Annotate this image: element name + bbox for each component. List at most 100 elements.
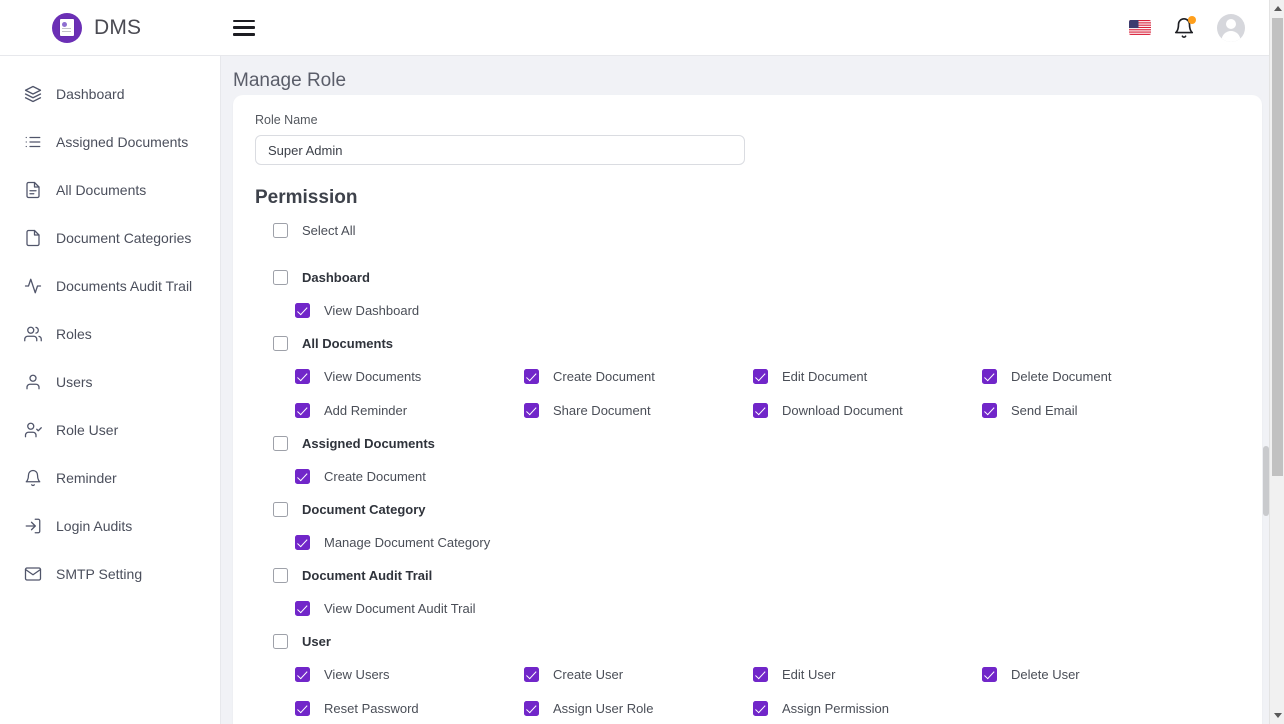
sidebar-item-document-categories[interactable]: Document Categories xyxy=(0,214,220,262)
sidebar-item-label: Document Categories xyxy=(56,230,192,246)
permission-item[interactable]: Delete User xyxy=(982,663,1211,685)
permission-label: Delete Document xyxy=(1011,368,1112,384)
permission-grid: View Dashboard xyxy=(295,299,1240,321)
us-flag-icon[interactable] xyxy=(1129,20,1151,35)
group-checkbox[interactable] xyxy=(273,269,288,285)
group-checkbox[interactable] xyxy=(273,633,288,649)
sidebar-item-label: Documents Audit Trail xyxy=(56,278,193,294)
sidebar-item-all-documents[interactable]: All Documents xyxy=(0,166,220,214)
permission-checkbox[interactable] xyxy=(753,402,768,418)
permission-checkbox[interactable] xyxy=(524,666,539,682)
permission-checkbox[interactable] xyxy=(295,368,310,384)
sidebar-item-login-audits[interactable]: Login Audits xyxy=(0,502,220,550)
notification-badge-dot xyxy=(1188,15,1196,24)
permission-checkbox[interactable] xyxy=(524,368,539,384)
app-root: DMS Dashboard Assigned Documents All Doc… xyxy=(0,0,1284,724)
sidebar-item-roles[interactable]: Roles xyxy=(0,310,220,358)
permission-item[interactable]: Download Document xyxy=(753,399,982,421)
permission-group-header[interactable]: User xyxy=(273,630,1240,652)
permission-checkbox[interactable] xyxy=(753,368,768,384)
permission-checkbox[interactable] xyxy=(753,700,768,716)
permission-item[interactable]: Manage Document Category xyxy=(295,531,524,553)
permission-label: Create Document xyxy=(553,368,655,384)
permission-item[interactable]: View Dashboard xyxy=(295,299,524,321)
permission-checkbox[interactable] xyxy=(524,700,539,716)
permission-checkbox[interactable] xyxy=(295,302,310,318)
permission-checkbox[interactable] xyxy=(524,402,539,418)
permission-group-header[interactable]: Dashboard xyxy=(273,266,1240,288)
page-title: Manage Role xyxy=(233,70,347,91)
group-checkbox[interactable] xyxy=(273,501,288,517)
permission-group: Dashboard View Dashboard xyxy=(255,266,1240,321)
browser-vertical-scrollbar[interactable] xyxy=(1269,0,1284,724)
group-label: Document Audit Trail xyxy=(302,567,433,583)
permission-group-header[interactable]: Document Audit Trail xyxy=(273,564,1240,586)
list-icon xyxy=(24,133,42,151)
group-checkbox[interactable] xyxy=(273,567,288,583)
permission-item[interactable]: Assign Permission xyxy=(753,697,982,719)
sidebar-item-role-user[interactable]: Role User xyxy=(0,406,220,454)
browser-scrollbar-thumb[interactable] xyxy=(1272,18,1283,476)
permission-item[interactable]: Create Document xyxy=(295,465,524,487)
permission-item[interactable]: Delete Document xyxy=(982,365,1211,387)
permission-group-header[interactable]: Document Category xyxy=(273,498,1240,520)
permission-item[interactable]: View Document Audit Trail xyxy=(295,597,524,619)
permission-checkbox[interactable] xyxy=(295,534,310,550)
select-all-checkbox[interactable] xyxy=(273,223,288,238)
scrollbar-up-arrow[interactable] xyxy=(1270,1,1284,16)
group-label: All Documents xyxy=(302,335,394,351)
sidebar-item-reminder[interactable]: Reminder xyxy=(0,454,220,502)
permission-item[interactable]: Share Document xyxy=(524,399,753,421)
select-all-label: Select All xyxy=(302,223,356,238)
permission-group-header[interactable]: All Documents xyxy=(273,332,1240,354)
group-checkbox[interactable] xyxy=(273,435,288,451)
group-label: User xyxy=(302,633,331,649)
hamburger-menu-icon[interactable] xyxy=(233,19,256,36)
permission-grid: Create Document xyxy=(295,465,1240,487)
permission-group: Assigned Documents Create Document xyxy=(255,432,1240,487)
permission-checkbox[interactable] xyxy=(295,700,310,716)
document-logo-icon xyxy=(52,12,82,43)
scrollbar-down-arrow[interactable] xyxy=(1270,708,1284,723)
permission-label: Assign Permission xyxy=(782,700,889,716)
permission-checkbox[interactable] xyxy=(753,666,768,682)
permission-label: Create User xyxy=(553,666,624,682)
select-all-row[interactable]: Select All xyxy=(273,223,1240,238)
sidebar-item-label: Roles xyxy=(56,326,92,342)
permission-group: All Documents View Documents Create Docume… xyxy=(255,332,1240,421)
permission-group-header[interactable]: Assigned Documents xyxy=(273,432,1240,454)
permission-item[interactable]: View Users xyxy=(295,663,524,685)
layers-icon xyxy=(24,85,42,103)
permission-label: View Users xyxy=(324,666,390,682)
sidebar-item-users[interactable]: Users xyxy=(0,358,220,406)
brand[interactable]: DMS xyxy=(52,12,141,43)
permission-checkbox[interactable] xyxy=(982,402,997,418)
permission-label: Share Document xyxy=(553,402,651,418)
sidebar-item-dashboard[interactable]: Dashboard xyxy=(0,70,220,118)
mail-icon xyxy=(24,565,42,583)
permission-item[interactable]: Create Document xyxy=(524,365,753,387)
permission-label: View Document Audit Trail xyxy=(324,600,476,616)
permission-checkbox[interactable] xyxy=(295,468,310,484)
group-checkbox[interactable] xyxy=(273,335,288,351)
permission-checkbox[interactable] xyxy=(295,666,310,682)
permission-item[interactable]: View Documents xyxy=(295,365,524,387)
sidebar-item-assigned-documents[interactable]: Assigned Documents xyxy=(0,118,220,166)
permission-item[interactable]: Assign User Role xyxy=(524,697,753,719)
permission-checkbox[interactable] xyxy=(295,402,310,418)
permission-checkbox[interactable] xyxy=(982,666,997,682)
permission-checkbox[interactable] xyxy=(295,600,310,616)
permission-item[interactable]: Edit Document xyxy=(753,365,982,387)
permission-item[interactable]: Edit User xyxy=(753,663,982,685)
permission-checkbox[interactable] xyxy=(982,368,997,384)
permission-item[interactable]: Reset Password xyxy=(295,697,524,719)
sidebar-item-smtp-setting[interactable]: SMTP Setting xyxy=(0,550,220,598)
permission-label: Edit Document xyxy=(782,368,868,384)
permission-item[interactable]: Create User xyxy=(524,663,753,685)
role-name-input[interactable] xyxy=(255,135,745,165)
permission-item[interactable]: Send Email xyxy=(982,399,1211,421)
permission-item[interactable]: Add Reminder xyxy=(295,399,524,421)
notification-bell-icon[interactable] xyxy=(1173,15,1196,40)
user-avatar-icon[interactable] xyxy=(1217,13,1245,42)
sidebar-item-documents-audit-trail[interactable]: Documents Audit Trail xyxy=(0,262,220,310)
